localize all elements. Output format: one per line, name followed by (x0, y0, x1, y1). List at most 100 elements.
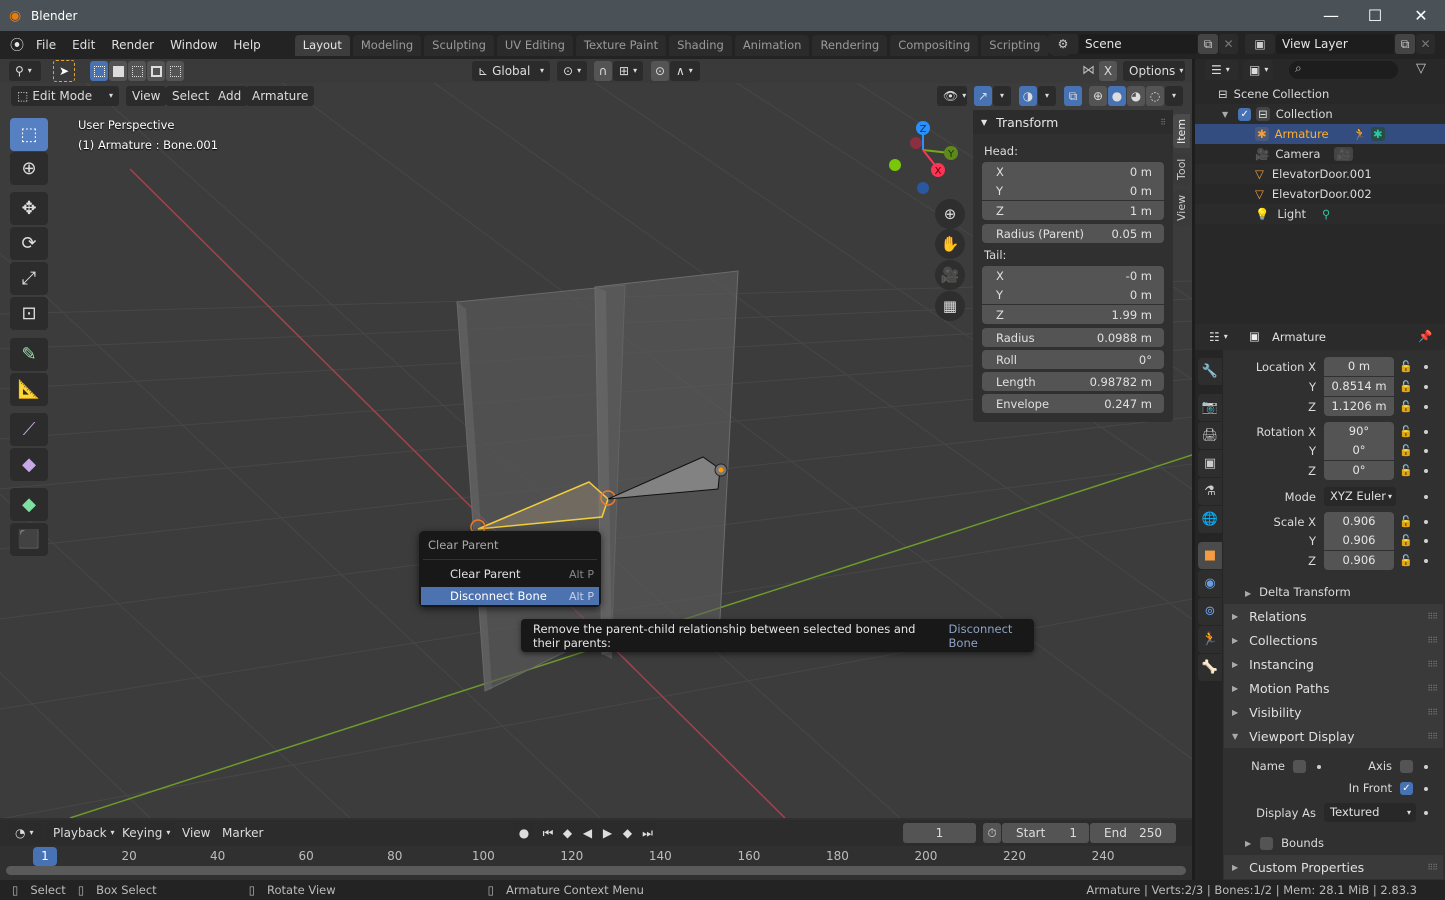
lock-icon[interactable]: 🔓 (1399, 360, 1413, 373)
record-button[interactable]: ● (514, 823, 534, 843)
ptab-object[interactable]: ■ (1198, 542, 1222, 569)
gizmo-neg-x[interactable] (910, 137, 922, 149)
bounds-checkbox[interactable] (1260, 836, 1274, 850)
drag-grip-icon[interactable]: ⠿⠿ (1427, 863, 1438, 872)
keyframe-dot-icon[interactable] (1424, 385, 1428, 389)
location-z-field[interactable]: 1.1206 m (1324, 397, 1394, 416)
select-mode-subtract-button[interactable] (128, 61, 146, 81)
editor-type-button[interactable]: ◔ ▾ (9, 823, 41, 843)
scale-x-field[interactable]: 0.906 (1324, 512, 1394, 531)
zoom-view-button[interactable]: ⊕ (935, 199, 965, 229)
outliner-item-elevatordoor-001[interactable]: ▽ElevatorDoor.001▽👁 (1195, 164, 1445, 184)
drag-grip-icon[interactable]: ⠿ (1160, 118, 1166, 127)
options-dropdown[interactable]: Options ▾ (1123, 61, 1185, 81)
head-z-field[interactable]: Z 1 m (982, 201, 1164, 220)
tail-y-field[interactable]: Y 0 m (982, 285, 1164, 304)
keyframe-dot-icon[interactable] (1424, 469, 1428, 473)
maximize-button[interactable]: ☐ (1352, 0, 1398, 31)
outliner-item-light[interactable]: 💡Light⚲👁 (1195, 204, 1445, 224)
end-frame-field[interactable]: End 250 (1090, 823, 1176, 843)
rotation-mode-dropdown[interactable]: XYZ Euler ▾ (1324, 487, 1396, 506)
roll-field[interactable]: Roll 0° (982, 350, 1164, 369)
panel-custom-properties[interactable]: ▶ Custom Properties ⠿⠿ (1224, 855, 1443, 879)
proportional-falloff-dropdown[interactable]: ∧ ▾ (670, 61, 700, 81)
shading-solid-button[interactable]: ● (1108, 86, 1126, 106)
outliner-collection[interactable]: ▼✓⊟Collection👁 (1195, 104, 1445, 124)
length-field[interactable]: Length 0.98782 m (982, 372, 1164, 391)
menu-select[interactable]: Select (166, 86, 216, 106)
menu-window[interactable]: Window (162, 34, 225, 56)
menu-timeline-view[interactable]: View (176, 823, 216, 843)
tab-animation[interactable]: Animation (734, 35, 810, 56)
next-keyframe-button[interactable]: ◆ (618, 823, 637, 843)
new-view-layer-button[interactable]: ⧉ (1395, 34, 1415, 54)
lock-icon[interactable]: 🔓 (1399, 444, 1413, 457)
tool-annotate[interactable]: ✎ (10, 338, 48, 371)
overlays-dropdown[interactable]: ▾ (1038, 86, 1056, 106)
panel-motion-paths[interactable]: ▶ Motion Paths ⠿⠿ (1224, 676, 1443, 700)
shading-dropdown[interactable]: ▾ (1165, 86, 1183, 106)
envelope-field[interactable]: Envelope 0.247 m (982, 394, 1164, 413)
prev-keyframe-button[interactable]: ◆ (558, 823, 577, 843)
playback-dropdown[interactable]: Playback ▾ (47, 823, 115, 843)
keyframe-dot-icon[interactable] (1317, 765, 1321, 769)
snap-target-dropdown[interactable]: ⊞ ▾ (613, 61, 643, 81)
keyframe-dot-icon[interactable] (1424, 449, 1428, 453)
panel-relations[interactable]: ▶ Relations ⠿⠿ (1224, 604, 1443, 628)
menu-render[interactable]: Render (103, 34, 162, 56)
menu-file[interactable]: File (28, 34, 64, 56)
transform-orientation-dropdown[interactable]: ⊾ Global ▾ (472, 61, 550, 81)
pivot-settings-button[interactable]: ⚲ ▾ (9, 61, 41, 81)
panel-visibility[interactable]: ▶ Visibility ⠿⠿ (1224, 700, 1443, 724)
outliner-search-input[interactable]: ⌕ (1289, 61, 1398, 79)
scale-y-field[interactable]: 0.906 (1324, 531, 1394, 550)
proportional-edit-toggle[interactable]: ⊙ (651, 61, 669, 81)
ptab-output[interactable]: 🖨 (1198, 422, 1222, 449)
start-frame-field[interactable]: Start 1 (1002, 823, 1089, 843)
tool-bone-envelope[interactable]: ⬛ (10, 523, 48, 556)
minimize-button[interactable]: — (1308, 0, 1354, 31)
new-scene-button[interactable]: ⧉ (1198, 34, 1218, 54)
keyframe-dot-icon[interactable] (1424, 539, 1428, 543)
radius-parent-field[interactable]: Radius (Parent) 0.05 m (982, 224, 1164, 243)
gizmo-neg-z[interactable] (917, 182, 929, 194)
tab-sculpting[interactable]: Sculpting (424, 35, 494, 56)
panel-viewport-display[interactable]: ▼ Viewport Display ⠿⠿ (1224, 724, 1443, 748)
select-mode-invert-button[interactable] (147, 61, 165, 81)
shading-rendered-button[interactable]: ◌ (1146, 86, 1164, 106)
lock-icon[interactable]: 🔓 (1399, 425, 1413, 438)
ptab-armature-data[interactable]: 🏃 (1198, 626, 1222, 653)
drag-grip-icon[interactable]: ⠿⠿ (1427, 708, 1438, 717)
sidebar-tab-tool[interactable]: Tool (1173, 153, 1190, 185)
snap-toggle[interactable]: ∩ (594, 61, 612, 81)
drag-grip-icon[interactable]: ⠿⠿ (1427, 660, 1438, 669)
outliner-display-mode-button[interactable]: ☰ ▾ (1205, 60, 1238, 80)
head-x-field[interactable]: X 0 m (982, 162, 1164, 181)
sidebar-tab-view[interactable]: View (1173, 190, 1190, 226)
ptab-view-layer[interactable]: ▣ (1198, 450, 1222, 477)
tail-x-field[interactable]: X -0 m (982, 266, 1164, 285)
tab-compositing[interactable]: Compositing (890, 35, 979, 56)
menu-marker[interactable]: Marker (216, 823, 269, 843)
in-front-checkbox[interactable]: ✓ (1400, 782, 1413, 795)
outliner-item-elevatordoor-002[interactable]: ▽ElevatorDoor.002▽👁 (1195, 184, 1445, 204)
keyframe-dot-icon[interactable] (1424, 405, 1428, 409)
show-gizmo-toggle[interactable]: ↗ (974, 86, 992, 106)
tail-z-field[interactable]: Z 1.99 m (982, 305, 1164, 324)
active-tool-button[interactable]: ➤ (53, 60, 75, 82)
sidebar-tab-item[interactable]: Item (1173, 114, 1190, 148)
pan-view-button[interactable]: ✋ (935, 229, 965, 259)
tool-extrude-to-cursor[interactable]: ◆ (10, 448, 48, 481)
ptab-bone[interactable]: 🦴 (1198, 654, 1222, 681)
jump-start-button[interactable]: ⏮ (539, 823, 557, 843)
current-frame-field[interactable]: 1 (903, 823, 976, 843)
transform-panel-header[interactable]: ▼ Transform ⠿ (973, 110, 1173, 134)
keyframe-dot-icon[interactable] (1424, 520, 1428, 524)
pin-icon[interactable]: 📌 (1418, 329, 1432, 343)
tab-modeling[interactable]: Modeling (352, 35, 422, 56)
expand-triangle-icon[interactable]: ▼ (1222, 110, 1228, 119)
panel-collections[interactable]: ▶ Collections ⠿⠿ (1224, 628, 1443, 652)
ptab-constraints[interactable]: ⊚ (1198, 598, 1222, 625)
lock-icon[interactable]: 🔓 (1399, 400, 1413, 413)
lock-icon[interactable]: 🔓 (1399, 515, 1413, 528)
